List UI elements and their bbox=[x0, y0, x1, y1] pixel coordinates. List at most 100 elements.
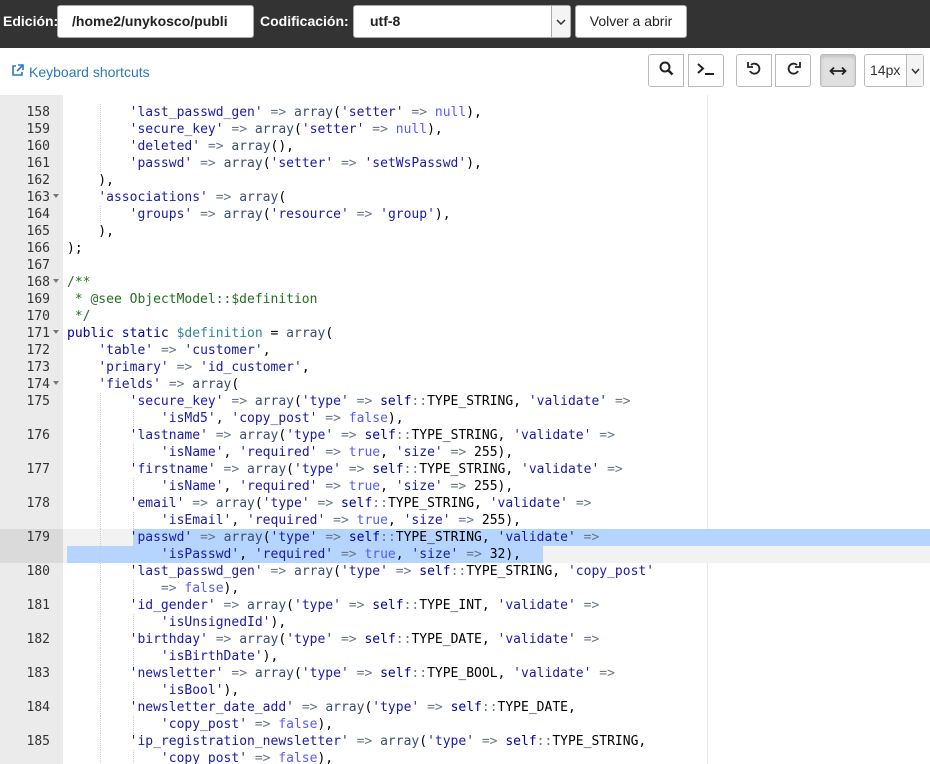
line-number: 166 bbox=[26, 241, 50, 256]
code-text: 'birthday' => array('type' => self::TYPE… bbox=[129, 632, 600, 647]
code-line[interactable]: 169 * @see ObjectModel::$definition bbox=[0, 291, 930, 308]
fold-toggle-icon[interactable] bbox=[53, 194, 59, 198]
chevron-down-icon[interactable] bbox=[906, 55, 923, 86]
line-number: 163 bbox=[26, 190, 50, 205]
undo-button[interactable] bbox=[736, 54, 772, 87]
code-line[interactable]: 174 'fields' => array( bbox=[0, 376, 930, 393]
encoding-select[interactable]: utf-8 bbox=[353, 5, 571, 38]
code-text: 'isPasswd', 'required' => true, 'size' =… bbox=[160, 547, 522, 562]
code-line[interactable]: 170 */ bbox=[0, 308, 930, 325]
code-line[interactable]: => false), bbox=[0, 580, 930, 597]
code-line[interactable]: 167 bbox=[0, 257, 930, 274]
code-text: 'last_passwd_gen' => array('type' => sel… bbox=[129, 564, 655, 579]
search-button[interactable] bbox=[648, 54, 684, 87]
code-line[interactable]: 177 'firstname' => array('type' => self:… bbox=[0, 461, 930, 478]
edit-label: Edición: bbox=[3, 13, 59, 29]
code-line[interactable]: 'isName', 'required' => true, 'size' => … bbox=[0, 444, 930, 461]
code-text: ), bbox=[67, 224, 114, 239]
editor-header-bar: Edición: /home2/unykosco/publi Codificac… bbox=[0, 0, 930, 48]
code-line[interactable]: 164 'groups' => array('resource' => 'gro… bbox=[0, 206, 930, 223]
line-number: 180 bbox=[26, 564, 50, 579]
code-line[interactable]: 178 'email' => array('type' => self::TYP… bbox=[0, 495, 930, 512]
code-text: 'last_passwd_gen' => array('setter' => n… bbox=[129, 105, 482, 120]
chevron-down-icon[interactable] bbox=[551, 6, 570, 37]
code-text: 'isUnsignedId'), bbox=[160, 615, 287, 630]
code-line[interactable]: 158 'last_passwd_gen' => array('setter' … bbox=[0, 104, 930, 121]
code-text: 'passwd' => array('setter' => 'setWsPass… bbox=[129, 156, 482, 171]
code-text: 'secure_key' => array('type' => self::TY… bbox=[129, 394, 631, 409]
code-line[interactable]: 'isEmail', 'required' => true, 'size' =>… bbox=[0, 512, 930, 529]
line-number: 165 bbox=[26, 224, 50, 239]
fold-toggle-icon[interactable] bbox=[53, 381, 59, 385]
code-text: 'lastname' => array('type' => self::TYPE… bbox=[129, 428, 615, 443]
line-number: 182 bbox=[26, 632, 50, 647]
code-line[interactable]: 168 /** bbox=[0, 274, 930, 291]
code-line[interactable]: 'copy_post' => false), bbox=[0, 716, 930, 733]
redo-icon bbox=[786, 61, 801, 80]
keyboard-shortcuts-link[interactable]: Keyboard shortcuts bbox=[11, 64, 150, 80]
code-line[interactable]: 160 'deleted' => array(), bbox=[0, 138, 930, 155]
file-path-input[interactable]: /home2/unykosco/publi bbox=[57, 5, 254, 38]
code-line[interactable]: 159 'secure_key' => array('setter' => nu… bbox=[0, 121, 930, 138]
line-number: 175 bbox=[26, 394, 50, 409]
reopen-button[interactable]: Volver a abrir bbox=[575, 5, 687, 38]
font-size-select[interactable]: 14px bbox=[864, 54, 924, 87]
line-number: 177 bbox=[26, 462, 50, 477]
code-line[interactable]: 'copy_post' => false), bbox=[0, 750, 930, 764]
code-text: 'isBool'), bbox=[160, 683, 240, 698]
word-wrap-toggle[interactable] bbox=[820, 54, 856, 87]
code-line[interactable]: 166); bbox=[0, 240, 930, 257]
line-number: 174 bbox=[26, 377, 50, 392]
code-text: */ bbox=[67, 309, 91, 324]
code-text: 'isEmail', 'required' => true, 'size' =>… bbox=[160, 513, 522, 528]
code-line[interactable]: 162 ), bbox=[0, 172, 930, 189]
encoding-label: Codificación: bbox=[260, 13, 349, 29]
code-line[interactable]: 'isName', 'required' => true, 'size' => … bbox=[0, 478, 930, 495]
line-number: 173 bbox=[26, 360, 50, 375]
code-line[interactable]: 179 'passwd' => array('type' => self::TY… bbox=[0, 529, 930, 546]
code-line[interactable]: 181 'id_gender' => array('type' => self:… bbox=[0, 597, 930, 614]
code-line[interactable]: 'isPasswd', 'required' => true, 'size' =… bbox=[0, 546, 930, 563]
line-number: 161 bbox=[26, 156, 50, 171]
code-line[interactable]: 182 'birthday' => array('type' => self::… bbox=[0, 631, 930, 648]
font-size-value: 14px bbox=[870, 62, 901, 78]
fold-toggle-icon[interactable] bbox=[53, 279, 59, 283]
code-line[interactable]: 175 'secure_key' => array('type' => self… bbox=[0, 393, 930, 410]
line-number: 184 bbox=[26, 700, 50, 715]
code-text: 'isBirthDate'), bbox=[160, 649, 279, 664]
code-line[interactable]: 184 'newsletter_date_add' => array('type… bbox=[0, 699, 930, 716]
code-line[interactable]: 171 public static $definition = array( bbox=[0, 325, 930, 342]
code-line[interactable]: 183 'newsletter' => array('type' => self… bbox=[0, 665, 930, 682]
code-text: => false), bbox=[160, 581, 240, 596]
code-text: /** bbox=[67, 275, 91, 290]
code-line[interactable]: 161 'passwd' => array('setter' => 'setWs… bbox=[0, 155, 930, 172]
redo-button[interactable] bbox=[775, 54, 811, 87]
code-line[interactable]: 172 'table' => 'customer', bbox=[0, 342, 930, 359]
code-text: * @see ObjectModel::$definition bbox=[67, 292, 318, 307]
code-line[interactable]: 'isBool'), bbox=[0, 682, 930, 699]
line-number: 171 bbox=[26, 326, 50, 341]
fold-toggle-icon[interactable] bbox=[53, 330, 59, 334]
search-icon bbox=[659, 61, 674, 80]
code-line[interactable]: 176 'lastname' => array('type' => self::… bbox=[0, 427, 930, 444]
code-line[interactable]: 163 'associations' => array( bbox=[0, 189, 930, 206]
code-line[interactable]: 180 'last_passwd_gen' => array('type' =>… bbox=[0, 563, 930, 580]
code-line[interactable]: 165 ), bbox=[0, 223, 930, 240]
line-number: 181 bbox=[26, 598, 50, 613]
code-text: 'secure_key' => array('setter' => null), bbox=[129, 122, 443, 137]
terminal-button[interactable] bbox=[688, 54, 724, 87]
line-number: 169 bbox=[26, 292, 50, 307]
code-line[interactable]: 173 'primary' => 'id_customer', bbox=[0, 359, 930, 376]
code-editor[interactable]: 158 'last_passwd_gen' => array('setter' … bbox=[0, 95, 930, 764]
line-number: 178 bbox=[26, 496, 50, 511]
editor-toolbar: Keyboard shortcuts 14px bbox=[0, 48, 930, 98]
line-number: 185 bbox=[26, 734, 50, 749]
code-text: 'fields' => array( bbox=[98, 377, 240, 392]
code-line[interactable]: 'isUnsignedId'), bbox=[0, 614, 930, 631]
code-line[interactable]: 'isBirthDate'), bbox=[0, 648, 930, 665]
code-line[interactable]: 'isMd5', 'copy_post' => false), bbox=[0, 410, 930, 427]
code-text: 'primary' => 'id_customer', bbox=[98, 360, 310, 375]
code-text: ); bbox=[67, 241, 83, 256]
code-line[interactable]: 185 'ip_registration_newsletter' => arra… bbox=[0, 733, 930, 750]
line-number: 176 bbox=[26, 428, 50, 443]
